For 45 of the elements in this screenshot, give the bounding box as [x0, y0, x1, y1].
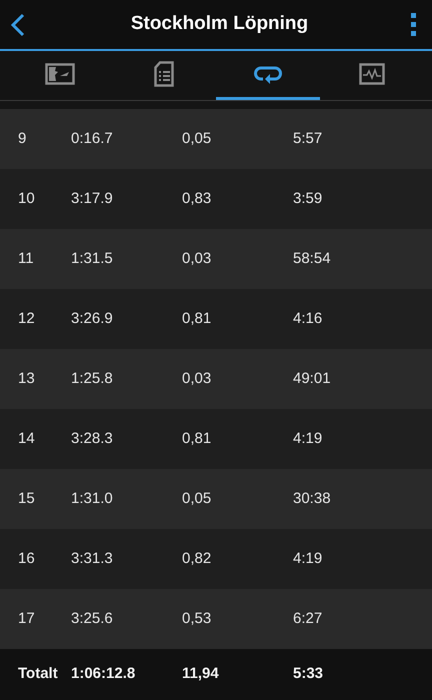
activity-chart-icon	[359, 63, 385, 85]
lap-number: 16	[18, 550, 35, 567]
lap-pace: 4:19	[293, 550, 322, 567]
total-distance: 11,94	[182, 665, 219, 682]
lap-distance: 0,81	[182, 430, 212, 447]
lap-pace: 6:27	[293, 610, 322, 627]
lap-time: 3:17.9	[71, 190, 113, 207]
lap-time: 1:31.0	[71, 490, 113, 507]
page-title: Stockholm Löpning	[130, 12, 308, 36]
lap-pace: 49:01	[293, 370, 331, 387]
lap-pace: 3:59	[293, 190, 322, 207]
lap-pace: 58:54	[293, 250, 331, 267]
lap-number: 9	[18, 130, 26, 147]
lap-distance: 0,03	[182, 250, 212, 267]
lap-number: 17	[18, 610, 35, 627]
lap-number: 14	[18, 430, 35, 447]
lap-number: 15	[18, 490, 35, 507]
total-pace: 5:33	[293, 665, 324, 682]
total-time: 1:06:12.8	[71, 665, 136, 682]
lap-time: 3:26.9	[71, 310, 113, 327]
lap-pace: 4:19	[293, 430, 322, 447]
document-icon	[154, 61, 174, 87]
lap-pace: 5:57	[293, 130, 322, 147]
lap-time: 3:31.3	[71, 550, 113, 567]
lap-time: 0:16.7	[71, 130, 113, 147]
lap-time: 1:25.8	[71, 370, 113, 387]
lap-number: 12	[18, 310, 35, 327]
map-icon	[45, 63, 75, 85]
lap-distance: 0,03	[182, 370, 212, 387]
lap-distance: 0,05	[182, 490, 212, 507]
lap-time: 3:28.3	[71, 430, 113, 447]
lap-time: 3:25.6	[71, 610, 113, 627]
more-options-icon	[410, 12, 416, 36]
lap-distance: 0,83	[182, 190, 212, 207]
lap-time: 1:31.5	[71, 250, 113, 267]
total-label: Totalt	[18, 665, 58, 682]
lap-distance: 0,82	[182, 550, 212, 567]
lap-distance: 0,81	[182, 310, 212, 327]
lap-number: 11	[18, 250, 34, 267]
lap-pace: 30:38	[293, 490, 331, 507]
lap-number: 13	[18, 370, 35, 387]
lap-pace: 4:16	[293, 310, 322, 327]
lap-distance: 0,53	[182, 610, 212, 627]
lap-number: 10	[18, 190, 35, 207]
lap-distance: 0,05	[182, 130, 212, 147]
